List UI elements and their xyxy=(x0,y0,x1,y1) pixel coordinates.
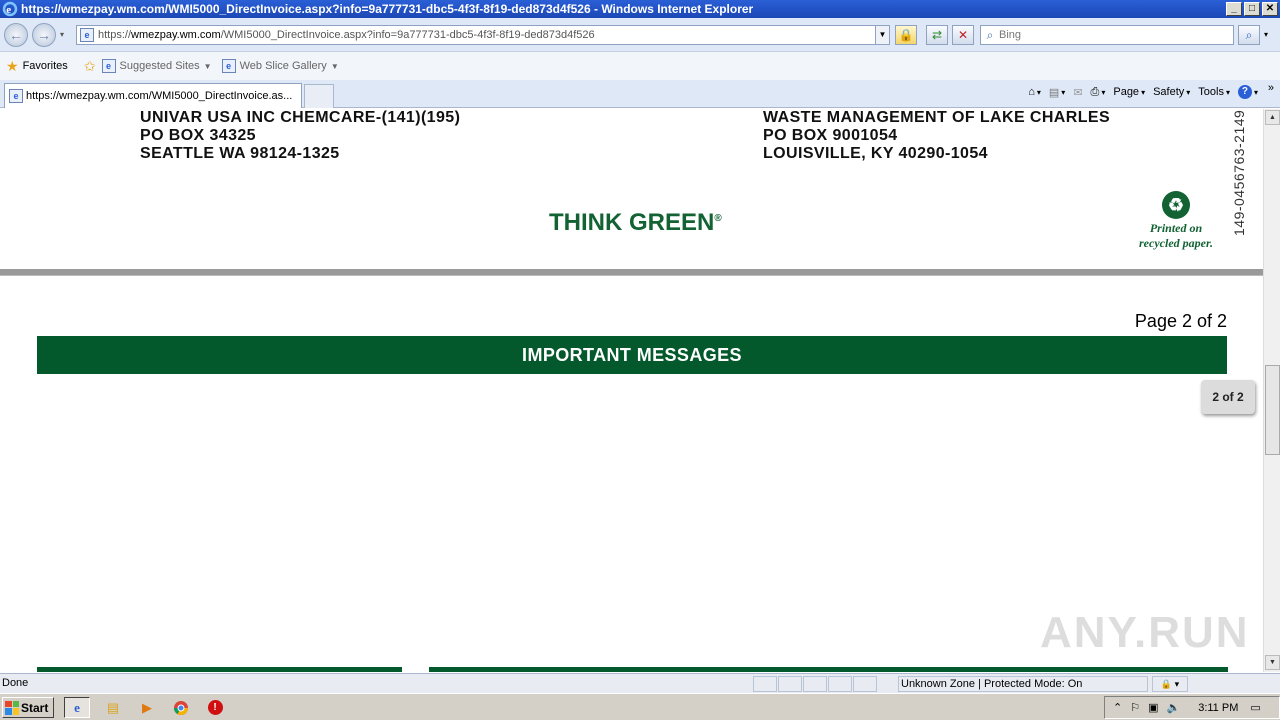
show-desktop-icon[interactable]: ▭ xyxy=(1250,701,1260,714)
status-panel xyxy=(778,676,802,692)
search-icon[interactable]: ⌕ xyxy=(1238,25,1260,45)
explorer-taskbar-icon[interactable]: ▤ xyxy=(100,697,126,718)
close-window-button[interactable]: ✕ xyxy=(1262,2,1278,16)
favorites-button[interactable]: ★ Favorites xyxy=(6,58,68,75)
zoom-control[interactable]: 🔒 ▾ xyxy=(1152,676,1188,692)
page-content: UNIVAR USA INC CHEMCARE-(141)(195) PO BO… xyxy=(0,109,1263,672)
watermark-text: ANY.RUN xyxy=(1040,608,1250,657)
back-button[interactable]: ← xyxy=(4,23,28,47)
favorites-star-icon: ★ xyxy=(6,57,19,74)
page-icon: e xyxy=(80,28,94,42)
chevron-down-icon: ▼ xyxy=(203,61,212,71)
flag-icon[interactable]: ⚐ xyxy=(1130,701,1140,714)
clock[interactable]: 3:11 PM xyxy=(1198,702,1238,714)
taskbar: Start e ▤ ▶ ! ⌃ ⚐ ▣ 🔈 3:11 PM ▭ xyxy=(0,693,1280,720)
vertical-account-number: 149-0456763-2149 xyxy=(1231,109,1247,236)
print-button[interactable]: ⎙ ▾ xyxy=(1091,86,1106,99)
tab-bar: e https://wmezpay.wm.com/WMI5000_DirectI… xyxy=(0,80,1280,108)
ie-logo-icon: e xyxy=(2,1,18,17)
read-mail-button[interactable]: ✉ xyxy=(1073,86,1082,99)
scroll-thumb[interactable] xyxy=(1265,365,1280,455)
page-divider xyxy=(0,269,1263,276)
address-url[interactable]: https://wmezpay.wm.com/WMI5000_DirectInv… xyxy=(98,29,875,41)
recycle-icon: ♻ xyxy=(1162,191,1190,219)
search-options-icon[interactable]: ▾ xyxy=(1264,30,1268,39)
home-icon: ⌂ xyxy=(1028,86,1035,98)
system-tray: ⌃ ⚐ ▣ 🔈 3:11 PM ▭ xyxy=(1104,696,1280,719)
alert-icon: ! xyxy=(207,700,223,715)
window-title: https://wmezpay.wm.com/WMI5000_DirectInv… xyxy=(21,2,754,16)
search-input[interactable]: Bing xyxy=(999,29,1021,41)
remit-address: WASTE MANAGEMENT OF LAKE CHARLES PO BOX … xyxy=(763,109,1111,162)
svg-text:e: e xyxy=(6,4,11,16)
navigation-bar: ← → ▾ e https://wmezpay.wm.com/WMI5000_D… xyxy=(0,18,1280,52)
printer-icon: ⎙ xyxy=(1090,85,1100,98)
media-player-taskbar-icon[interactable]: ▶ xyxy=(134,697,160,718)
refresh-icon[interactable]: ⇄ xyxy=(926,25,948,45)
search-box[interactable]: ⌕ Bing xyxy=(980,25,1234,45)
network-icon[interactable]: ▣ xyxy=(1148,701,1158,714)
tools-menu[interactable]: Tools ▾ xyxy=(1198,86,1230,98)
feeds-button[interactable]: ▤ ▾ xyxy=(1049,86,1065,99)
maximize-button[interactable]: □ xyxy=(1244,2,1260,16)
chrome-taskbar-icon[interactable] xyxy=(168,697,194,718)
new-tab-button[interactable] xyxy=(304,84,334,108)
home-button[interactable]: ⌂ ▾ xyxy=(1028,86,1041,98)
ie-page-icon: e xyxy=(9,89,23,103)
suggested-sites-link[interactable]: e Suggested Sites ▼ xyxy=(101,59,212,73)
add-to-favorites-bar-button[interactable]: ✩ xyxy=(84,58,96,75)
web-slice-gallery-link[interactable]: e Web Slice Gallery ▼ xyxy=(221,59,339,73)
address-dropdown-icon[interactable]: ▼ xyxy=(875,26,889,44)
rss-icon: ▤ xyxy=(1048,86,1060,99)
ie-page-icon: e xyxy=(101,59,116,73)
windows-flag-icon xyxy=(5,700,19,715)
important-messages-header: IMPORTANT MESSAGES xyxy=(37,336,1227,374)
safety-menu[interactable]: Safety ▾ xyxy=(1153,86,1190,98)
section-header-left xyxy=(37,667,402,672)
vertical-scrollbar[interactable]: ▲ ▼ xyxy=(1263,109,1280,672)
customer-address: UNIVAR USA INC CHEMCARE-(141)(195) PO BO… xyxy=(140,109,461,162)
status-bar: Done Unknown Zone | Protected Mode: On 🔒… xyxy=(0,673,1280,693)
stop-icon[interactable]: ✕ xyxy=(952,25,974,45)
mail-icon: ✉ xyxy=(1073,86,1083,99)
help-icon: ? xyxy=(1237,85,1252,99)
show-hidden-icons[interactable]: ⌃ xyxy=(1113,701,1122,714)
chevron-down-icon: ▼ xyxy=(330,61,339,71)
scroll-up-icon[interactable]: ▲ xyxy=(1265,110,1280,125)
favorites-bar: ★ Favorites ✩ e Suggested Sites ▼ e Web … xyxy=(0,52,1280,80)
ie-page-icon: e xyxy=(221,59,236,73)
volume-icon[interactable]: 🔈 xyxy=(1167,701,1181,714)
page-indicator: 2 of 2 xyxy=(1201,380,1255,414)
add-favorites-icon: ✩ xyxy=(83,57,96,74)
forward-button[interactable]: → xyxy=(32,23,56,47)
tab-invoice[interactable]: e https://wmezpay.wm.com/WMI5000_DirectI… xyxy=(4,83,302,108)
minimize-button[interactable]: _ xyxy=(1226,2,1242,16)
chrome-icon xyxy=(174,700,188,715)
recent-pages-dropdown-icon[interactable]: ▾ xyxy=(60,30,64,39)
stop-sign-taskbar-icon[interactable]: ! xyxy=(202,697,228,718)
page-menu[interactable]: Page ▾ xyxy=(1113,86,1145,98)
ie-taskbar-icon[interactable]: e xyxy=(64,697,90,718)
status-panel xyxy=(803,676,827,692)
security-zone[interactable]: Unknown Zone | Protected Mode: On xyxy=(898,676,1148,692)
recycled-paper-badge: ♻ Printed on recycled paper. xyxy=(1128,191,1224,251)
section-header-right xyxy=(429,667,1228,672)
lock-icon[interactable]: 🔒 xyxy=(895,25,917,45)
status-panel xyxy=(828,676,852,692)
page-number: Page 2 of 2 xyxy=(1134,311,1227,331)
scroll-down-icon[interactable]: ▼ xyxy=(1265,655,1280,670)
window-title-bar[interactable]: e https://wmezpay.wm.com/WMI5000_DirectI… xyxy=(0,0,1280,18)
search-provider-icon: ⌕ xyxy=(986,27,994,42)
more-commands-icon[interactable]: » xyxy=(1268,82,1274,94)
status-panel xyxy=(853,676,877,692)
status-text: Done xyxy=(2,677,29,689)
address-bar[interactable]: e https://wmezpay.wm.com/WMI5000_DirectI… xyxy=(76,25,890,45)
think-green-logo: THINK GREEN® xyxy=(549,209,722,236)
help-menu[interactable]: ? ▾ xyxy=(1237,85,1258,99)
start-button[interactable]: Start xyxy=(2,697,54,718)
status-panel xyxy=(753,676,777,692)
